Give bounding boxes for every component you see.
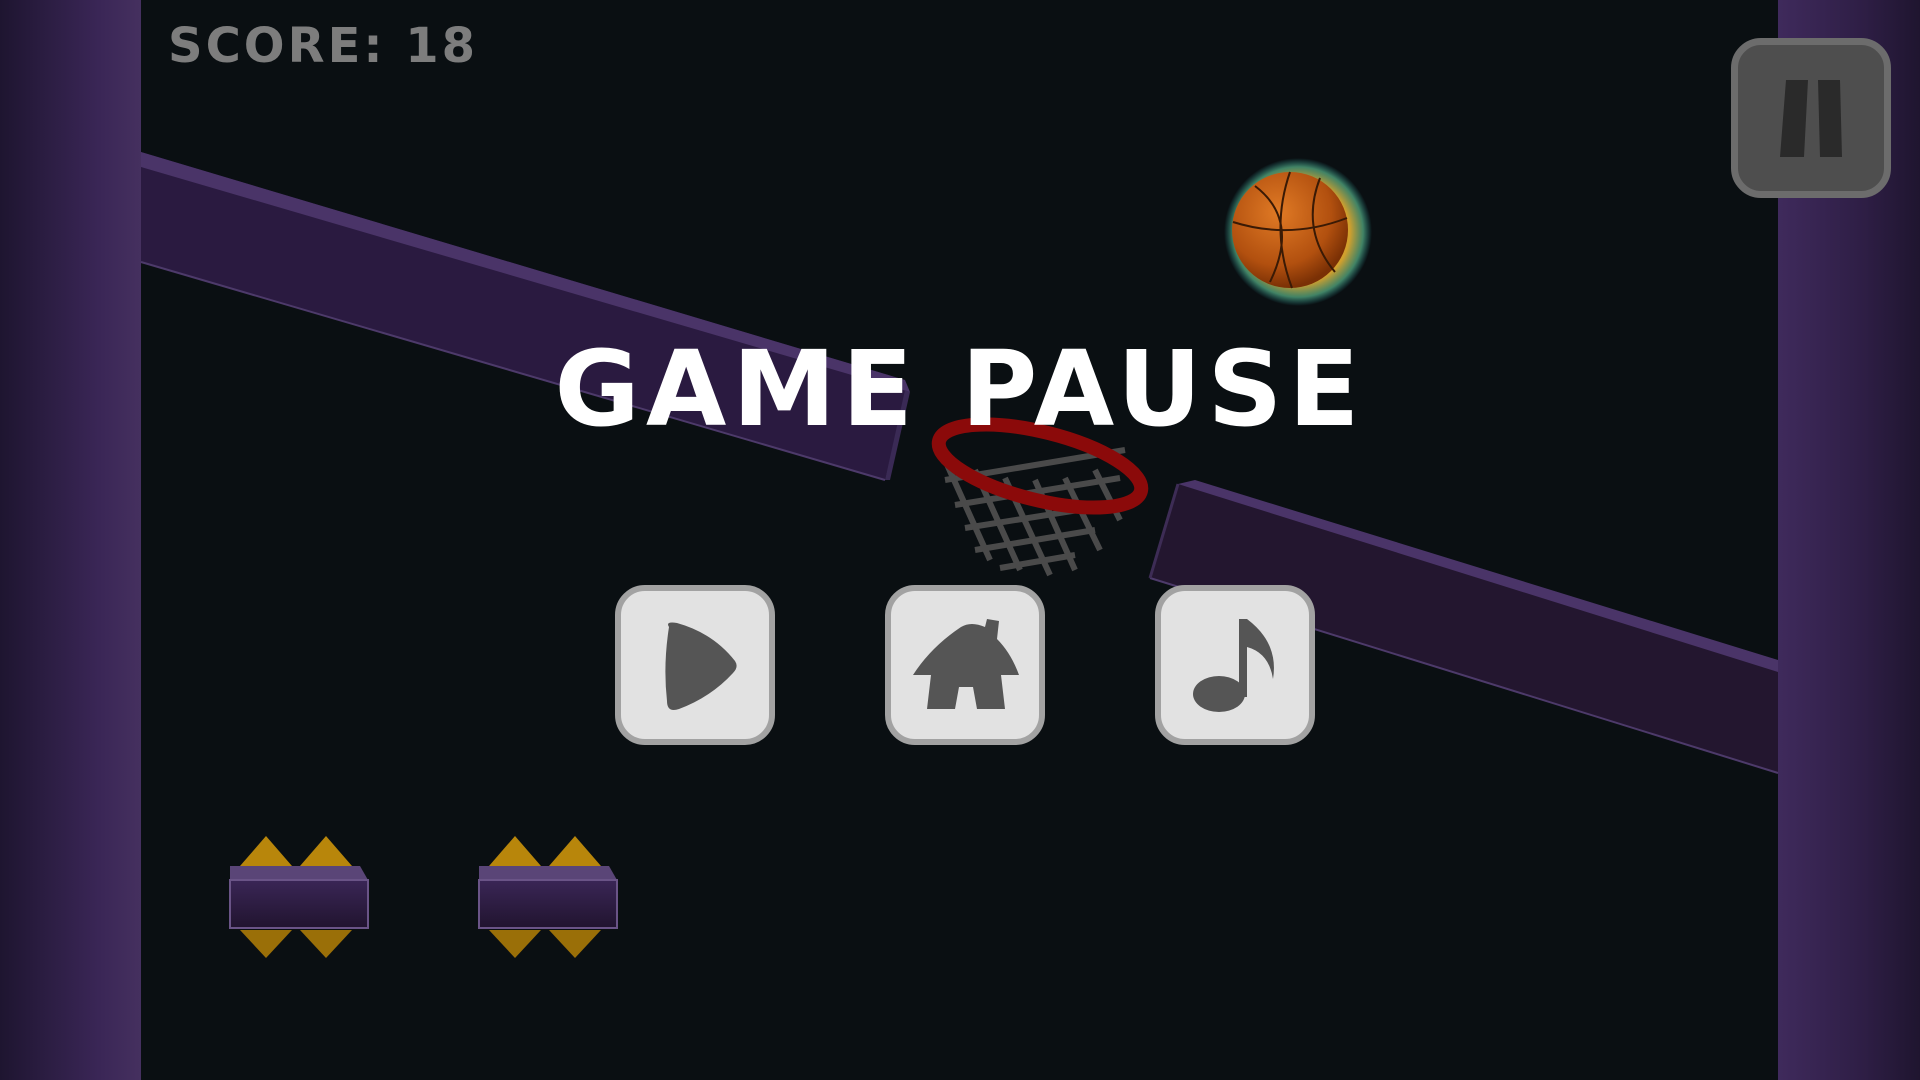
score-label: SCORE: 18 [168, 18, 479, 74]
spike-block [478, 836, 618, 958]
home-button[interactable] [885, 585, 1045, 745]
resume-button[interactable] [615, 585, 775, 745]
pause-button[interactable] [1731, 38, 1891, 198]
music-toggle-button[interactable] [1155, 585, 1315, 745]
game-scene [140, 152, 1779, 958]
play-icon [665, 622, 737, 710]
home-icon [913, 619, 1019, 709]
pause-title: GAME PAUSE [554, 328, 1366, 450]
basketball [1224, 158, 1372, 306]
pause-icon [1780, 80, 1842, 157]
spike-block [229, 836, 369, 958]
music-note-icon [1193, 619, 1274, 712]
